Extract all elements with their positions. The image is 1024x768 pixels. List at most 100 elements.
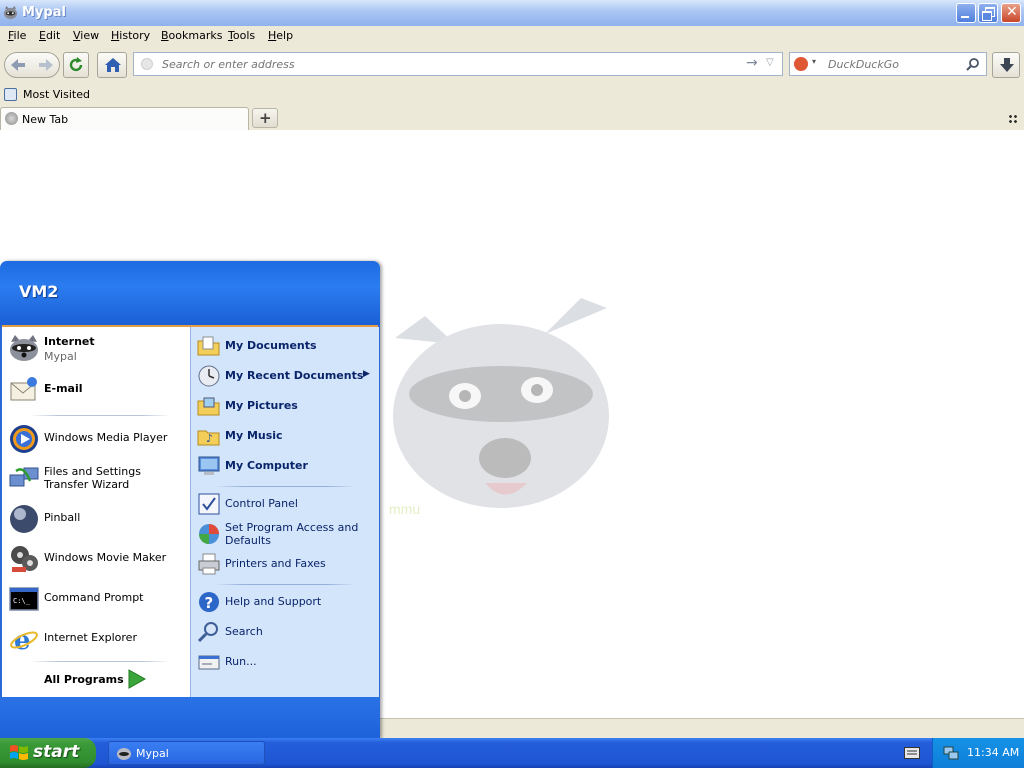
- restore-button[interactable]: [978, 3, 998, 23]
- watermark-text-fragment: mmu: [389, 501, 420, 516]
- tab-label: New Tab: [22, 113, 69, 126]
- place-my-computer[interactable]: My Computer: [197, 452, 375, 480]
- menu-view[interactable]: View: [73, 29, 99, 42]
- menu-tools[interactable]: Tools: [228, 29, 255, 42]
- setting-control-panel[interactable]: Control Panel: [197, 490, 375, 518]
- place-my-music[interactable]: ♪ My Music: [197, 422, 375, 450]
- svg-text:?: ?: [205, 594, 214, 612]
- pinned-title: Internet: [44, 335, 95, 348]
- command-prompt-icon: C:\_: [9, 587, 39, 611]
- page-identity-icon: [141, 58, 153, 70]
- search-engine-dropdown-icon[interactable]: ▾: [812, 57, 816, 66]
- downloads-button[interactable]: [992, 52, 1020, 78]
- setting-label: Control Panel: [225, 497, 298, 510]
- media-player-icon: [10, 425, 38, 453]
- search-input[interactable]: [826, 57, 960, 72]
- clock[interactable]: 11:34 AM: [967, 746, 1019, 759]
- magnifier-icon[interactable]: [966, 57, 980, 71]
- search-bar[interactable]: ▾: [789, 52, 987, 76]
- most-visited-icon: [4, 88, 17, 101]
- setting-program-access[interactable]: Set Program Access and Defaults: [197, 520, 375, 548]
- bookmark-most-visited[interactable]: Most Visited: [4, 87, 94, 103]
- home-icon: [105, 58, 121, 72]
- place-label: My Music: [225, 429, 283, 442]
- place-label: My Computer: [225, 459, 308, 472]
- pinned-separator: [30, 415, 170, 416]
- title-bar[interactable]: Mypal ✕: [0, 0, 1024, 26]
- run-icon: [198, 655, 220, 670]
- setting-label: Set Program Access and Defaults: [225, 521, 359, 547]
- raccoon-browser-icon: [10, 335, 38, 361]
- minimize-button[interactable]: [956, 3, 976, 23]
- place-my-documents[interactable]: My Documents: [197, 332, 375, 360]
- movie-maker-icon: [11, 546, 38, 572]
- close-button[interactable]: ✕: [1001, 3, 1021, 23]
- raccoon-browser-icon: [117, 748, 131, 760]
- help-label: Run...: [225, 655, 257, 668]
- recent-transfer-wizard[interactable]: Files and Settings Transfer Wizard: [8, 461, 186, 497]
- bookmarks-toolbar: Most Visited: [0, 84, 1024, 106]
- go-arrow-icon[interactable]: →: [746, 55, 758, 71]
- help-label: Help and Support: [225, 595, 322, 608]
- back-arrow-icon[interactable]: [9, 57, 27, 73]
- start-button[interactable]: start: [0, 738, 96, 768]
- pinned-internet[interactable]: Internet Mypal: [8, 330, 186, 366]
- setting-label: Printers and Faxes: [225, 557, 326, 570]
- setting-printers-faxes[interactable]: Printers and Faxes: [197, 550, 375, 578]
- my-music-icon: ♪: [197, 430, 220, 446]
- menu-bookmarks[interactable]: Bookmarks: [161, 29, 222, 42]
- start-menu-footer: [0, 697, 380, 739]
- recent-pinball[interactable]: Pinball: [8, 501, 186, 537]
- new-tab-button[interactable]: +: [252, 108, 278, 128]
- globe-icon: [5, 112, 18, 125]
- menu-history[interactable]: History: [111, 29, 150, 42]
- address-input[interactable]: [160, 57, 724, 72]
- pinned-title: E-mail: [44, 382, 83, 395]
- my-recent-documents-icon: [198, 365, 220, 387]
- menu-file[interactable]: File: [8, 29, 26, 42]
- network-icon[interactable]: [943, 745, 959, 761]
- tab-new-tab[interactable]: New Tab: [0, 107, 249, 130]
- tab-list-icon[interactable]: [1008, 114, 1018, 124]
- menu-help[interactable]: Help: [268, 29, 293, 42]
- address-bar[interactable]: → ▽: [133, 52, 783, 76]
- control-panel-icon: [198, 493, 220, 515]
- recent-command-prompt[interactable]: C:\_ Command Prompt: [8, 581, 186, 617]
- recent-label: Command Prompt: [44, 591, 144, 604]
- printer-icon: [198, 553, 220, 575]
- reload-icon: [69, 57, 83, 72]
- keyboard-icon[interactable]: [904, 747, 920, 759]
- menu-edit[interactable]: Edit: [39, 29, 60, 42]
- recent-media-player[interactable]: Windows Media Player: [8, 421, 186, 457]
- bookmark-label: Most Visited: [23, 88, 90, 101]
- recent-internet-explorer[interactable]: e Internet Explorer: [8, 621, 186, 657]
- email-icon: [10, 377, 37, 401]
- all-programs-button[interactable]: All Programs: [44, 668, 164, 692]
- recent-movie-maker[interactable]: Windows Movie Maker: [8, 541, 186, 577]
- duckduckgo-icon[interactable]: [794, 57, 808, 71]
- place-my-recent-documents[interactable]: My Recent Documents ▶: [197, 362, 375, 390]
- help-and-support[interactable]: ? Help and Support: [197, 588, 375, 616]
- taskbar-button-mypal[interactable]: Mypal: [108, 741, 265, 765]
- home-button[interactable]: [97, 52, 127, 78]
- taskbar: start Mypal 11:34 AM: [0, 738, 1024, 768]
- run-item[interactable]: Run...: [197, 648, 375, 676]
- pinned-email[interactable]: E-mail: [8, 372, 186, 408]
- my-pictures-icon: [197, 397, 220, 416]
- place-my-pictures[interactable]: My Pictures: [197, 392, 375, 420]
- back-forward-group: [4, 52, 60, 78]
- submenu-arrow-icon: ▶: [363, 369, 370, 379]
- forward-arrow-icon[interactable]: [37, 57, 55, 73]
- dropdown-icon[interactable]: ▽: [766, 57, 774, 68]
- reload-button[interactable]: [63, 52, 89, 78]
- svg-text:e: e: [14, 626, 31, 655]
- recent-label: Windows Movie Maker: [44, 551, 167, 564]
- all-programs-label: All Programs: [44, 673, 124, 686]
- search-item[interactable]: Search: [197, 618, 375, 646]
- transfer-wizard-icon: [9, 467, 39, 487]
- internet-explorer-icon: e: [10, 626, 38, 655]
- start-label: start: [33, 742, 80, 762]
- search-icon: [197, 622, 218, 643]
- my-documents-icon: [197, 336, 220, 356]
- plus-icon: +: [259, 109, 272, 127]
